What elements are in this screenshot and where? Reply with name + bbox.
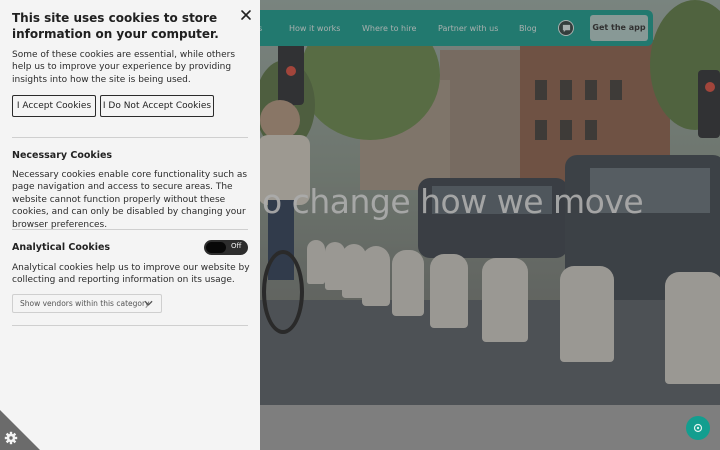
chevron-down-icon xyxy=(144,300,153,306)
necessary-cookies-heading: Necessary Cookies xyxy=(12,150,113,161)
toggle-knob xyxy=(206,242,226,253)
show-vendors-label: Show vendors within this category xyxy=(20,299,150,308)
cookie-consent-panel: This site uses cookies to store informat… xyxy=(0,0,260,450)
analytical-cookies-heading: Analytical Cookies xyxy=(12,242,111,253)
accept-cookies-button[interactable]: I Accept Cookies xyxy=(12,95,96,117)
analytical-cookies-toggle[interactable]: Off xyxy=(204,240,248,255)
cookie-panel-title: This site uses cookies to store informat… xyxy=(12,11,219,41)
cookie-settings-button[interactable] xyxy=(0,410,40,450)
section-divider xyxy=(12,137,248,138)
toggle-state-label: Off xyxy=(231,242,242,250)
gear-icon xyxy=(0,410,40,450)
section-divider xyxy=(12,229,248,230)
cookie-intro-text: Some of these cookies are essential, whi… xyxy=(12,50,236,85)
section-divider xyxy=(12,325,248,326)
reject-cookies-button[interactable]: I Do Not Accept Cookies xyxy=(100,95,214,117)
close-button[interactable] xyxy=(238,7,254,23)
floating-action-button[interactable] xyxy=(686,416,710,440)
show-vendors-button[interactable]: Show vendors within this category xyxy=(12,294,162,313)
close-icon xyxy=(241,10,251,20)
analytical-cookies-description: Analytical cookies help us to improve ou… xyxy=(12,263,250,286)
location-target-icon xyxy=(693,423,703,433)
necessary-cookies-description: Necessary cookies enable core functional… xyxy=(12,170,248,230)
